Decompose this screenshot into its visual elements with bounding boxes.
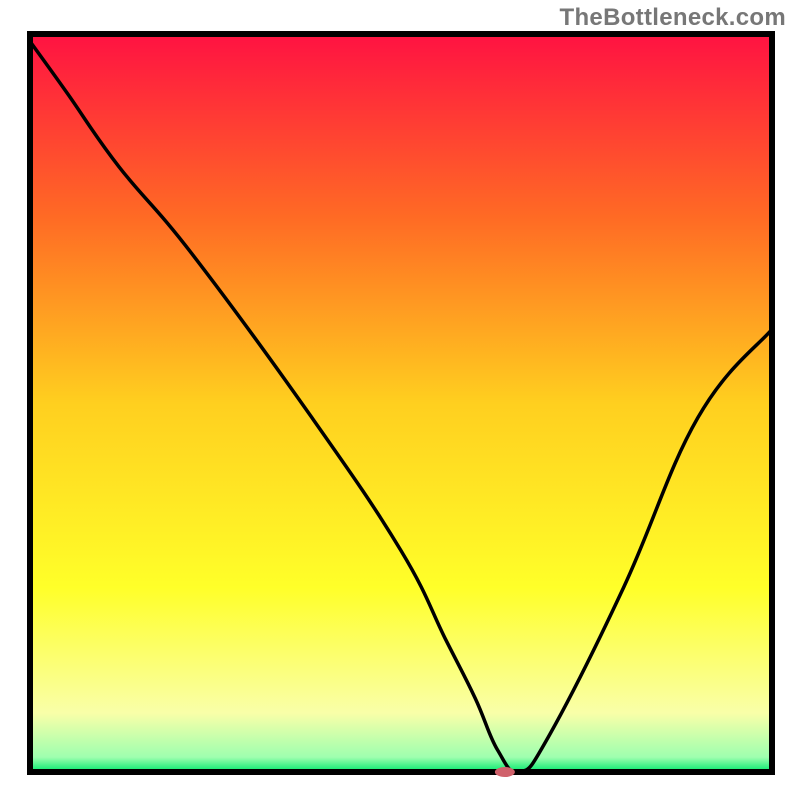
bottleneck-plot: [0, 0, 800, 800]
optimal-point-marker: [495, 767, 515, 777]
chart-container: TheBottleneck.com: [0, 0, 800, 800]
gradient-background: [30, 34, 772, 772]
